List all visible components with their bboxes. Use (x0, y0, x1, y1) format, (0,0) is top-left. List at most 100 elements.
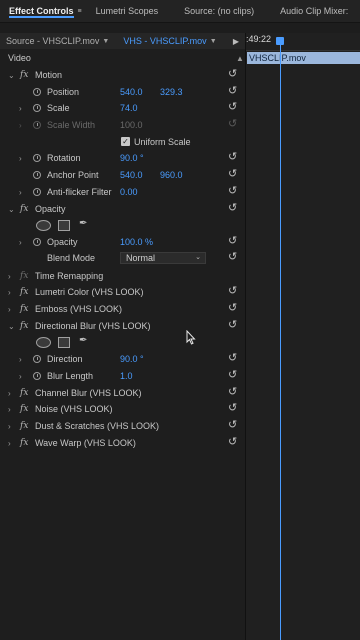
reset-icon[interactable]: ↺ (228, 186, 237, 197)
fx-badge: fx (20, 271, 29, 281)
reset-icon[interactable]: ↺ (228, 437, 237, 448)
fx-badge[interactable]: fx (20, 304, 28, 314)
param-blur-length: › Blur Length 1.0 ↺ (19, 369, 238, 382)
effect-time-remapping[interactable]: › fx Time Remapping (0, 268, 245, 284)
fx-badge[interactable]: fx (20, 287, 28, 297)
reset-icon[interactable]: ↺ (228, 252, 237, 263)
play-icon[interactable]: ▶ (233, 37, 239, 46)
uniform-scale-checkbox[interactable]: ✓ (121, 137, 130, 146)
reset-icon[interactable]: ↺ (228, 152, 237, 163)
pen-icon[interactable]: ✒ (79, 335, 87, 346)
effect-wave-warp[interactable]: › fx Wave Warp (VHS LOOK) ↺ (0, 435, 245, 451)
effect-lumetri-color[interactable]: › fx Lumetri Color (VHS LOOK) ↺ (0, 284, 245, 300)
effect-noise[interactable]: › fx Noise (VHS LOOK) ↺ (0, 401, 245, 417)
tab-lumetri-scopes[interactable]: Lumetri Scopes (96, 6, 159, 16)
chevron-down-icon[interactable]: ⌄ (8, 71, 15, 80)
playhead-handle[interactable] (276, 37, 284, 45)
stopwatch-icon[interactable] (33, 171, 41, 179)
effect-dust-scratches[interactable]: › fx Dust & Scratches (VHS LOOK) ↺ (0, 418, 245, 434)
source-clip-label[interactable]: Source - VHSCLIP.mov (0, 36, 99, 46)
effect-opacity[interactable]: ⌄ fx Opacity ↺ (0, 201, 245, 217)
stopwatch-icon[interactable] (33, 88, 41, 96)
chevron-right-icon[interactable]: › (19, 355, 22, 364)
fx-badge[interactable]: fx (20, 388, 28, 398)
anti-flicker-value[interactable]: 0.00 (120, 187, 138, 197)
reset-icon[interactable]: ↺ (228, 303, 237, 314)
chevron-right-icon[interactable]: › (8, 439, 11, 448)
stopwatch-icon[interactable] (33, 104, 41, 112)
effect-timeline-area (246, 33, 360, 640)
chevron-right-icon: › (19, 120, 22, 130)
reset-icon[interactable]: ↺ (228, 353, 237, 364)
direction-value[interactable]: 90.0 ° (120, 354, 144, 364)
chevron-right-icon[interactable]: › (8, 288, 11, 297)
chevron-right-icon[interactable]: › (8, 272, 11, 281)
position-x-value[interactable]: 540.0 (120, 87, 143, 97)
sequence-clip-label[interactable]: VHS - VHSCLIP.mov (123, 36, 206, 46)
chevron-down-icon[interactable]: ⌄ (8, 205, 15, 214)
rectangle-mask-icon[interactable] (58, 337, 70, 348)
chevron-right-icon[interactable]: › (8, 405, 11, 414)
chevron-down-icon[interactable]: ▼ (210, 38, 217, 45)
reset-icon[interactable]: ↺ (228, 370, 237, 381)
param-uniform-scale: ✓ Uniform Scale (121, 137, 191, 147)
ellipse-mask-icon[interactable] (36, 337, 51, 348)
fx-badge[interactable]: fx (20, 421, 28, 431)
timeline-clip[interactable]: VHSCLIP.mov (247, 52, 360, 64)
chevron-right-icon[interactable]: › (19, 238, 22, 247)
fx-badge[interactable]: fx (20, 204, 28, 214)
chevron-right-icon[interactable]: › (8, 422, 11, 431)
stopwatch-icon[interactable] (33, 238, 41, 246)
chevron-right-icon[interactable]: › (19, 372, 22, 381)
reset-icon[interactable]: ↺ (228, 102, 237, 113)
stopwatch-icon[interactable] (33, 188, 41, 196)
tab-effect-controls[interactable]: Effect Controls (0, 6, 74, 18)
rotation-value[interactable]: 90.0 ° (120, 153, 144, 163)
anchor-x-value[interactable]: 540.0 (120, 170, 143, 180)
effect-motion[interactable]: ⌄ fx Motion ↺ (0, 67, 245, 83)
chevron-down-icon[interactable]: ▼ (102, 38, 109, 45)
fx-badge[interactable]: fx (20, 70, 28, 80)
reset-icon[interactable]: ↺ (228, 286, 237, 297)
chevron-right-icon[interactable]: › (19, 188, 22, 197)
reset-icon[interactable]: ↺ (228, 236, 237, 247)
time-ruler[interactable] (246, 45, 360, 51)
position-y-value[interactable]: 329.3 (160, 87, 183, 97)
chevron-right-icon[interactable]: › (19, 154, 22, 163)
reset-icon[interactable]: ↺ (228, 86, 237, 97)
chevron-right-icon[interactable]: › (8, 305, 11, 314)
effect-channel-blur[interactable]: › fx Channel Blur (VHS LOOK) ↺ (0, 385, 245, 401)
anchor-y-value[interactable]: 960.0 (160, 170, 183, 180)
reset-icon[interactable]: ↺ (228, 420, 237, 431)
chevron-down-icon[interactable]: ⌄ (8, 322, 15, 331)
effect-emboss[interactable]: › fx Emboss (VHS LOOK) ↺ (0, 301, 245, 317)
pen-icon[interactable]: ✒ (79, 218, 87, 229)
chevron-right-icon[interactable]: › (8, 389, 11, 398)
collapse-up-icon[interactable]: ▲ (236, 54, 244, 63)
scale-value[interactable]: 74.0 (120, 103, 138, 113)
opacity-value[interactable]: 100.0 % (120, 237, 153, 247)
effect-directional-blur[interactable]: ⌄ fx Directional Blur (VHS LOOK) ↺ (0, 318, 245, 334)
tab-source[interactable]: Source: (no clips) (184, 6, 254, 16)
reset-icon[interactable]: ↺ (228, 69, 237, 80)
reset-icon[interactable]: ↺ (228, 387, 237, 398)
fx-badge[interactable]: fx (20, 321, 28, 331)
reset-icon[interactable]: ↺ (228, 403, 237, 414)
panel-tabs: Effect Controls ≡ Lumetri Scopes Source:… (0, 0, 360, 23)
chevron-right-icon[interactable]: › (19, 104, 22, 113)
blur-length-value[interactable]: 1.0 (120, 371, 133, 381)
rectangle-mask-icon[interactable] (58, 220, 70, 231)
ellipse-mask-icon[interactable] (36, 220, 51, 231)
fx-badge[interactable]: fx (20, 438, 28, 448)
stopwatch-icon[interactable] (33, 154, 41, 162)
stopwatch-icon[interactable] (33, 372, 41, 380)
blend-mode-select[interactable]: Normal ⌄ (120, 252, 206, 264)
reset-icon[interactable]: ↺ (228, 203, 237, 214)
reset-icon[interactable]: ↺ (228, 169, 237, 180)
stopwatch-icon[interactable] (33, 355, 41, 363)
tab-menu-icon[interactable]: ≡ (78, 8, 82, 15)
tab-audio-clip-mixer[interactable]: Audio Clip Mixer: (280, 6, 348, 16)
reset-icon[interactable]: ↺ (228, 320, 237, 331)
scale-width-value: 100.0 (120, 120, 143, 130)
fx-badge[interactable]: fx (20, 404, 28, 414)
